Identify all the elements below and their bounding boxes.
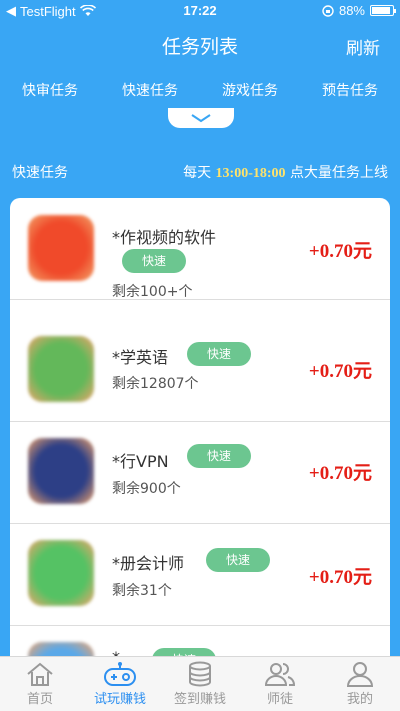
users-icon xyxy=(264,663,295,686)
info-banner: 快速任务 每天 13:00-18:00 点大量任务上线 xyxy=(12,162,388,182)
app-icon xyxy=(28,336,94,402)
task-name: *册会计师 xyxy=(112,554,185,573)
app-icon xyxy=(28,540,94,606)
chevron-down-icon xyxy=(191,114,211,123)
task-tag: 快速 xyxy=(187,444,252,468)
task-item[interactable]: *学英语 快速 剩余12807个 +0.70元 xyxy=(10,320,390,422)
coins-icon xyxy=(189,661,211,687)
task-tag: 快速 xyxy=(206,548,271,572)
schedule-notice: 每天 13:00-18:00 点大量任务上线 xyxy=(183,162,388,182)
task-name: *学英语 xyxy=(112,348,169,367)
rotation-lock-icon xyxy=(322,4,334,17)
battery-icon xyxy=(370,5,396,16)
task-list: *作视频的软件 快速 剩余100+个 +0.70元 *学英语 快速 剩余1280… xyxy=(10,198,390,711)
bottom-tab-bar: 首页 试玩赚钱 签到赚钱 师徒 我的 xyxy=(0,656,400,711)
task-item[interactable]: *行VPN 快速 剩余900个 +0.70元 xyxy=(10,422,390,524)
task-name: *行VPN xyxy=(112,452,169,471)
notice-suffix: 点大量任务上线 xyxy=(285,165,388,181)
task-reward: +0.70元 xyxy=(308,361,372,382)
tab-mentor[interactable]: 师徒 xyxy=(240,657,320,711)
battery-fill xyxy=(372,7,390,14)
tab-label: 师徒 xyxy=(266,692,293,707)
task-reward: +0.70元 xyxy=(308,567,372,588)
status-bar: ◀ TestFlight 17:22 88% xyxy=(0,0,400,22)
tab-game-tasks[interactable]: 游戏任务 xyxy=(222,80,278,106)
task-tag: 快速 xyxy=(187,342,252,366)
task-item[interactable]: *册会计师 快速 剩余31个 +0.70元 xyxy=(10,524,390,626)
tab-checkin-earn[interactable]: 签到赚钱 xyxy=(160,657,240,711)
task-item[interactable]: *作视频的软件 快速 剩余100+个 +0.70元 xyxy=(10,198,390,300)
notice-prefix: 每天 xyxy=(183,165,216,181)
tab-quick-review[interactable]: 快审任务 xyxy=(22,80,78,106)
section-label: 快速任务 xyxy=(12,165,68,181)
status-right: 88% xyxy=(322,3,396,18)
task-tag: 快速 xyxy=(122,249,187,273)
notice-time-range: 13:00-18:00 xyxy=(215,166,286,181)
tab-home[interactable]: 首页 xyxy=(0,657,80,711)
app-icon xyxy=(28,215,94,281)
tab-label: 我的 xyxy=(346,692,373,707)
task-name: *作视频的软件 xyxy=(112,228,217,247)
tab-label: 签到赚钱 xyxy=(173,692,226,707)
task-remaining: 剩余31个 xyxy=(112,583,172,599)
app-icon xyxy=(28,438,94,504)
tab-label: 试玩赚钱 xyxy=(93,692,146,707)
category-tabs: 快审任务 快速任务 游戏任务 预告任务 xyxy=(0,80,400,106)
page-title: 任务列表 xyxy=(161,36,238,58)
user-icon xyxy=(346,662,374,687)
battery-percent: 88% xyxy=(338,3,365,18)
task-reward: +0.70元 xyxy=(308,463,372,484)
gamepad-icon xyxy=(104,662,136,686)
tab-preview-tasks[interactable]: 预告任务 xyxy=(322,80,378,106)
home-icon xyxy=(27,662,53,686)
task-reward: +0.70元 xyxy=(308,241,372,262)
tab-profile[interactable]: 我的 xyxy=(320,657,400,711)
task-remaining: 剩余900个 xyxy=(112,481,181,497)
refresh-button[interactable]: 刷新 xyxy=(346,34,380,59)
task-remaining: 剩余12807个 xyxy=(112,376,199,392)
tab-label: 首页 xyxy=(26,692,53,707)
task-remaining: 剩余100+个 xyxy=(112,284,193,300)
tab-play-earn[interactable]: 试玩赚钱 xyxy=(80,657,160,711)
expand-handle[interactable] xyxy=(168,108,234,128)
tab-fast-tasks[interactable]: 快速任务 xyxy=(122,80,178,106)
